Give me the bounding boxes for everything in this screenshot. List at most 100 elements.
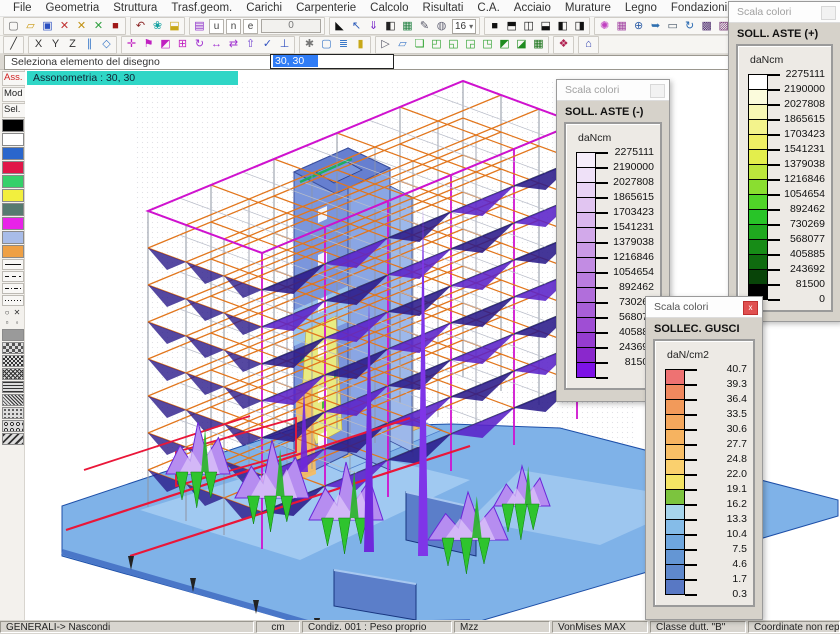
pattern-dots[interactable] (2, 407, 24, 419)
numbering-icon[interactable]: ▤ (191, 19, 208, 34)
lock-icon[interactable]: ▮ (352, 37, 369, 52)
apply-result-icon[interactable]: ⇓ (365, 19, 382, 34)
line-style-dashdot[interactable] (2, 283, 24, 294)
layout-three-icon[interactable]: ◧ (554, 19, 571, 34)
shade-icon[interactable]: ▩ (698, 19, 715, 34)
draw-icon[interactable]: ✎ (416, 19, 433, 34)
pattern-diagcross[interactable] (2, 368, 24, 380)
sheet-icon[interactable]: ▢ (318, 37, 335, 52)
merge-model-icon[interactable]: ✕ (90, 19, 107, 34)
symbol-0[interactable]: ○ (2, 308, 12, 318)
line-style-dashed[interactable] (2, 271, 24, 282)
color-swatch-4[interactable] (2, 175, 24, 188)
menu-risultati[interactable]: Risultati (416, 2, 471, 14)
symbol-2[interactable]: ▫ (2, 318, 12, 328)
layout-grid-icon[interactable]: ⬓ (537, 19, 554, 34)
snap-z-icon[interactable]: Z (64, 37, 81, 52)
polygon-icon[interactable]: ◇ (98, 37, 115, 52)
cube-wire-icon[interactable]: ◪ (513, 37, 530, 52)
pattern-rings[interactable] (2, 420, 24, 432)
window-title-bar[interactable]: Scala colori (729, 2, 840, 23)
pattern-hlines[interactable] (2, 381, 24, 393)
sidebar-button-mod[interactable]: Mod (2, 87, 26, 102)
snap-y-icon[interactable]: Y (47, 37, 64, 52)
beam-labels-button[interactable]: n (226, 19, 241, 34)
close-icon[interactable]: x (743, 301, 758, 315)
rotate-icon[interactable]: ↻ (191, 37, 208, 52)
export-model-icon[interactable]: ✕ (73, 19, 90, 34)
view-plane-icon[interactable]: ▱ (394, 37, 411, 52)
color-swatch-5[interactable] (2, 189, 24, 202)
import-model-icon[interactable]: ✕ (56, 19, 73, 34)
layers-icon[interactable]: ⬓ (166, 19, 183, 34)
menu-carichi[interactable]: Carichi (239, 2, 289, 14)
color-swatch-8[interactable] (2, 231, 24, 244)
layout-four-icon[interactable]: ◨ (571, 19, 588, 34)
pattern-checker2[interactable] (2, 355, 24, 367)
add-node-icon[interactable]: ✛ (123, 37, 140, 52)
coordinate-input[interactable]: 30, 30 (270, 54, 394, 69)
layout-split-v-icon[interactable]: ◫ (520, 19, 537, 34)
cube-top-icon[interactable]: ◰ (428, 37, 445, 52)
color-swatch-1[interactable] (2, 133, 24, 146)
color-swatch-0[interactable] (2, 119, 24, 132)
save-icon[interactable]: ▣ (39, 19, 56, 34)
close-icon[interactable] (650, 84, 665, 98)
mirror-icon[interactable]: ⇄ (225, 37, 242, 52)
undo-icon[interactable]: ↶ (132, 19, 149, 34)
layout-single-icon[interactable]: ■ (486, 19, 503, 34)
pattern-checker[interactable] (2, 342, 24, 354)
color-swatch-7[interactable] (2, 217, 24, 230)
zoom-select[interactable]: 16▾ (452, 19, 476, 34)
scale-window-gusci[interactable]: Scala colori x SOLLEC. GUSCI daN/cm2 40.… (645, 296, 763, 620)
pattern-zigzag[interactable] (2, 433, 24, 445)
menu-trasf-geom[interactable]: Trasf.geom. (164, 2, 239, 14)
report-icon[interactable]: ❖ (555, 37, 572, 52)
color-swatch-3[interactable] (2, 161, 24, 174)
new-file-icon[interactable]: ▢ (5, 19, 22, 34)
line-icon[interactable]: ╱ (5, 37, 22, 52)
constraint-icon[interactable]: ⊥ (276, 37, 293, 52)
numeric-display-field[interactable]: 0 (261, 19, 321, 33)
node-labels-button[interactable]: u (209, 19, 224, 34)
symbol-3[interactable]: ◦ (12, 318, 22, 328)
legend-icon[interactable]: ▦ (399, 19, 416, 34)
menu-acciaio[interactable]: Acciaio (507, 2, 558, 14)
mesh-icon[interactable]: ⊞ (174, 37, 191, 52)
globe-icon[interactable]: ◍ (433, 19, 450, 34)
list-icon[interactable]: ≣ (335, 37, 352, 52)
add-shell-icon[interactable]: ◩ (157, 37, 174, 52)
element-labels-button[interactable]: e (243, 19, 258, 34)
menu-murature[interactable]: Murature (558, 2, 618, 14)
menu-struttura[interactable]: Struttura (106, 2, 164, 14)
pattern-gray[interactable] (2, 329, 24, 341)
color-swatch-6[interactable] (2, 203, 24, 216)
snap-x-icon[interactable]: X (30, 37, 47, 52)
sidebar-button-ass[interactable]: Ass. (2, 71, 26, 86)
close-icon[interactable] (821, 6, 836, 20)
add-beam-icon[interactable]: ⚑ (140, 37, 157, 52)
open-folder-icon[interactable]: ▱ (22, 19, 39, 34)
check-icon[interactable]: ✓ (259, 37, 276, 52)
menu-calcolo[interactable]: Calcolo (363, 2, 415, 14)
fill-icon[interactable]: ◣ (331, 19, 348, 34)
line-style-dotted[interactable] (2, 295, 24, 306)
color-swatch-2[interactable] (2, 147, 24, 160)
pattern-diag[interactable] (2, 394, 24, 406)
solid-view-icon[interactable]: ❏ (411, 37, 428, 52)
view-perspective-icon[interactable]: ▷ (377, 37, 394, 52)
menu-file[interactable]: File (6, 2, 39, 14)
cube-front-icon[interactable]: ◱ (445, 37, 462, 52)
scale-window-aste-pos[interactable]: Scala colori SOLL. ASTE (+) daNcm 227511… (728, 1, 840, 322)
sidebar-button-sel[interactable]: Sel. (2, 103, 26, 118)
viewport-icon[interactable]: ▭ (664, 19, 681, 34)
parallel-icon[interactable]: ∥ (81, 37, 98, 52)
views-icon[interactable]: ❀ (149, 19, 166, 34)
extrude-icon[interactable]: ⇧ (242, 37, 259, 52)
layout-split-h-icon[interactable]: ⬒ (503, 19, 520, 34)
menu-carpenterie[interactable]: Carpenterie (289, 2, 363, 14)
materials-icon[interactable]: ■ (107, 19, 124, 34)
light-icon[interactable]: ✺ (596, 19, 613, 34)
refresh-icon[interactable]: ↻ (681, 19, 698, 34)
select-cursor-icon[interactable]: ↖ (348, 19, 365, 34)
